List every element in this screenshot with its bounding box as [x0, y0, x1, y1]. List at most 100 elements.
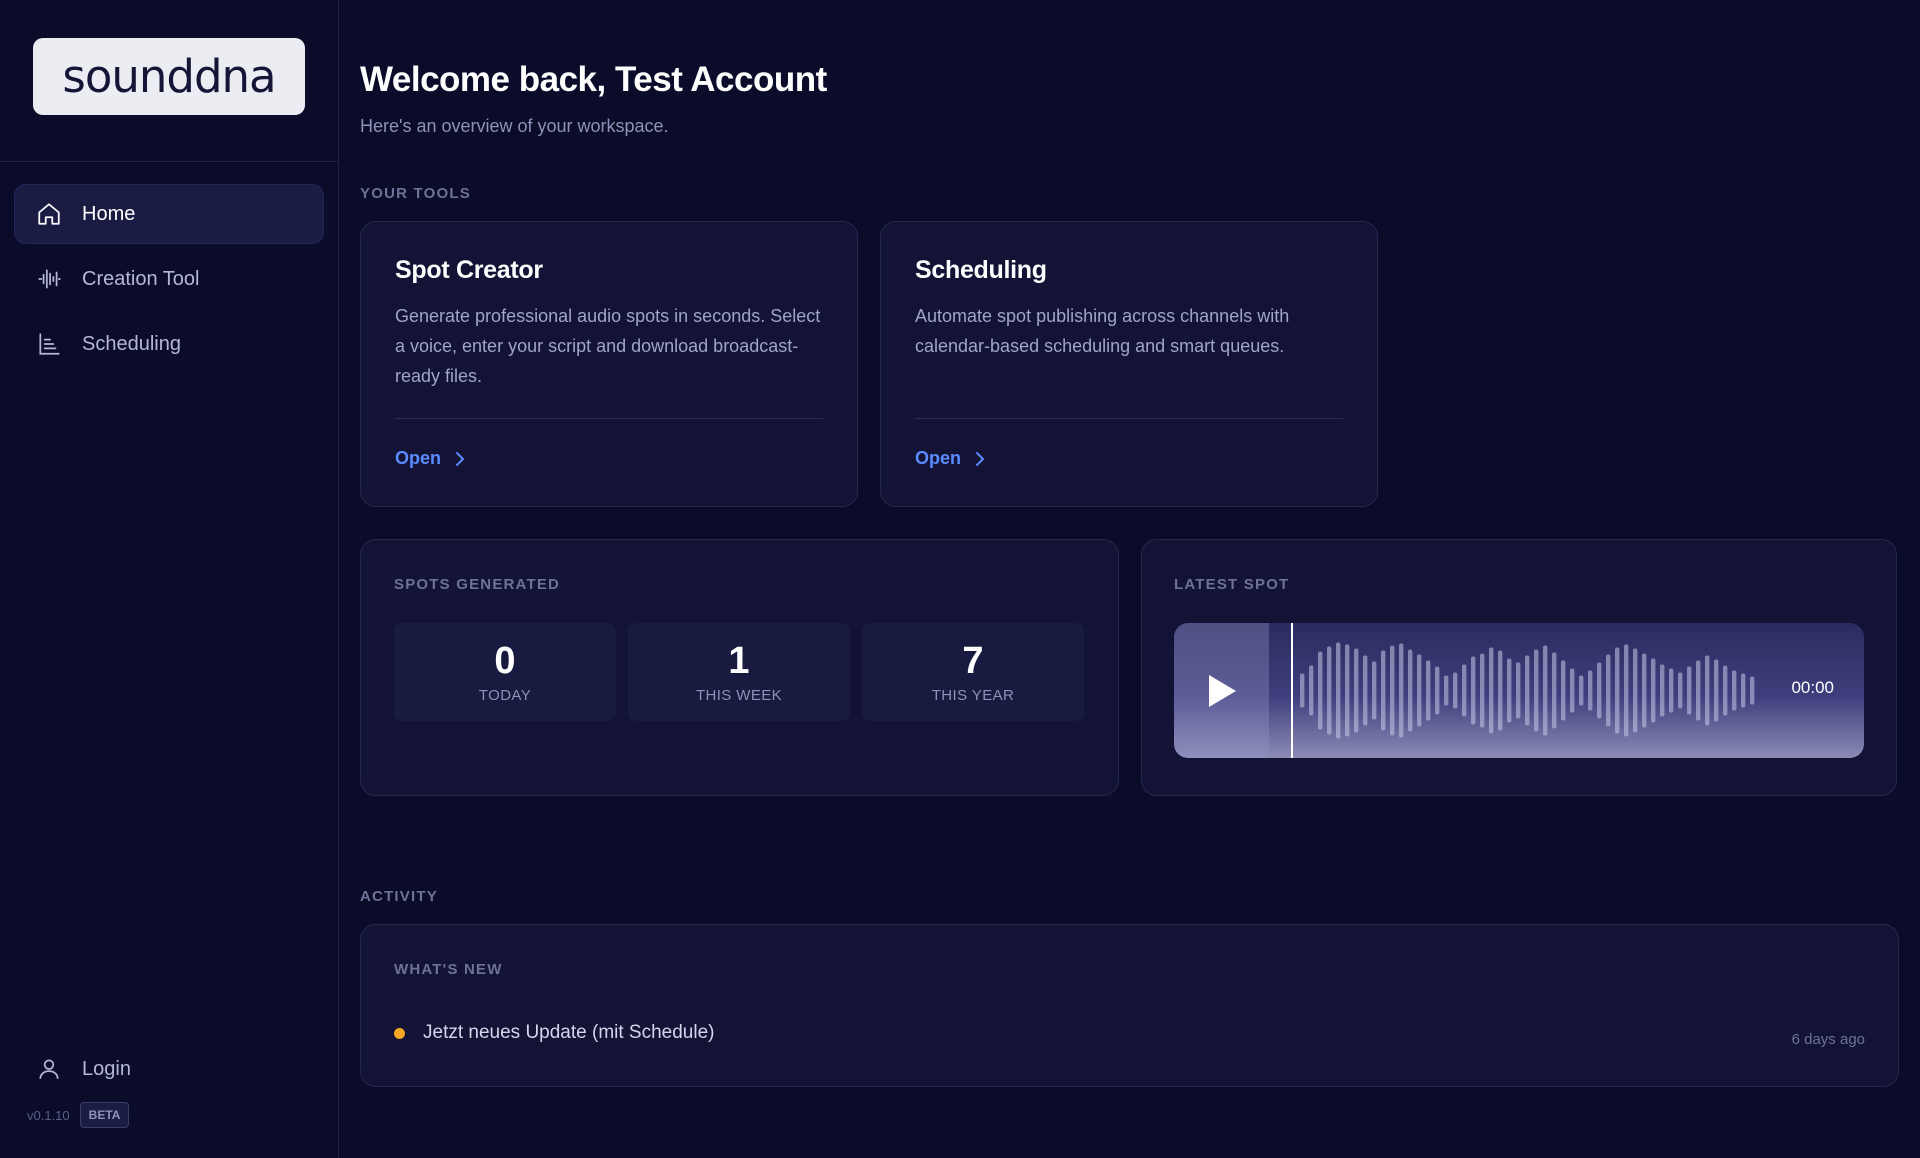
- waveform-bar: [1543, 645, 1548, 736]
- tool-title: Spot Creator: [395, 256, 543, 284]
- main-content: Welcome back, Test Account Here's an ove…: [339, 0, 1920, 1158]
- sidebar-item-label: Creation Tool: [82, 267, 200, 290]
- version-text: v0.1.10: [27, 1107, 70, 1123]
- stat-value: 1: [728, 639, 750, 682]
- waveform-bar: [1381, 650, 1386, 731]
- waveform-bar: [1561, 660, 1566, 721]
- play-icon: [1208, 674, 1236, 707]
- open-spot-creator-link[interactable]: Open: [395, 448, 467, 469]
- logo-container: sounddna: [0, 0, 338, 162]
- waveform-bar: [1471, 656, 1476, 725]
- waveform-bar: [1354, 648, 1359, 733]
- waveform-bar: [1489, 647, 1494, 734]
- sidebar-item-scheduling[interactable]: Scheduling: [14, 314, 324, 374]
- latest-spot-card: LATEST SPOT 00:00: [1141, 539, 1897, 796]
- waveform-bar: [1723, 665, 1728, 716]
- open-label: Open: [395, 448, 442, 468]
- status-dot: [394, 1027, 405, 1039]
- whats-new-title: WHAT'S NEW: [394, 961, 503, 978]
- logo[interactable]: sounddna: [33, 38, 305, 115]
- audio-player: 00:00: [1174, 623, 1864, 758]
- stat-label: TODAY: [478, 686, 532, 704]
- waveform-bar: [1525, 655, 1530, 726]
- version-row: v0.1.10 BETA: [14, 1102, 324, 1128]
- waveform-bar: [1705, 655, 1710, 726]
- waveform-bar: [1624, 644, 1629, 737]
- sidebar-item-home[interactable]: Home: [14, 184, 324, 244]
- sidebar-footer: Login v0.1.10 BETA: [0, 1044, 338, 1158]
- stat-value: 0: [494, 639, 516, 682]
- stat-label: THIS YEAR: [931, 686, 1015, 704]
- chart-icon: [36, 331, 62, 357]
- news-text: Jetzt neues Update (mit Schedule): [423, 1022, 715, 1043]
- waveform-bar: [1498, 650, 1503, 731]
- waveform-bar: [1588, 670, 1593, 711]
- stat-this-year: 7 THIS YEAR: [862, 623, 1084, 721]
- waveform-icon: [36, 266, 62, 292]
- user-name: Test Account: [614, 60, 827, 99]
- tools-section-label: YOUR TOOLS: [360, 185, 471, 202]
- waveform-bar: [1687, 666, 1692, 715]
- waveform-bar: [1399, 643, 1404, 738]
- waveform-bar: [1435, 666, 1440, 715]
- waveform-bar: [1750, 676, 1755, 705]
- waveform-bar: [1714, 659, 1719, 722]
- waveform-bar: [1606, 654, 1611, 727]
- stat-value: 7: [962, 639, 984, 682]
- waveform-bar: [1534, 649, 1539, 732]
- waveform-bar: [1696, 660, 1701, 721]
- chevron-right-icon: [976, 451, 985, 466]
- tool-description: Generate professional audio spots in sec…: [395, 306, 821, 386]
- waveform-bar: [1651, 658, 1656, 723]
- playhead[interactable]: [1291, 623, 1293, 758]
- spots-generated-card: SPOTS GENERATED 0 TODAY 1 THIS WEEK 7 TH…: [360, 539, 1119, 796]
- waveform-bar: [1327, 646, 1332, 735]
- waveform-bar: [1507, 658, 1512, 723]
- login-label: Login: [82, 1057, 131, 1080]
- waveform-bar: [1300, 673, 1305, 708]
- waveform-bar: [1336, 642, 1341, 739]
- waveform-bar: [1480, 653, 1485, 728]
- open-label: Open: [915, 448, 962, 468]
- tools-grid: Spot Creator Generate professional audio…: [360, 221, 1900, 507]
- list-item[interactable]: Jetzt neues Update (mit Schedule): [394, 1022, 1865, 1044]
- waveform-bar: [1741, 673, 1746, 708]
- waveform-bar: [1417, 654, 1422, 727]
- waveform-bar: [1309, 665, 1314, 716]
- sidebar-item-creation-tool[interactable]: Creation Tool: [14, 249, 324, 309]
- beta-badge: BETA: [79, 1102, 130, 1128]
- latest-spot-label: LATEST SPOT: [1174, 576, 1290, 593]
- waveform-bar: [1345, 644, 1350, 737]
- waveform[interactable]: [1296, 623, 1756, 758]
- waveform-bar: [1426, 660, 1431, 721]
- waveform-bar: [1318, 651, 1323, 730]
- login-button[interactable]: Login: [14, 1044, 324, 1094]
- overview-row: SPOTS GENERATED 0 TODAY 1 THIS WEEK 7 TH…: [360, 539, 1900, 796]
- divider: [395, 418, 823, 419]
- waveform-bar: [1372, 661, 1377, 720]
- waveform-bar: [1732, 670, 1737, 711]
- waveform-bar: [1408, 649, 1413, 732]
- waveform-bar: [1453, 672, 1458, 709]
- stat-boxes: 0 TODAY 1 THIS WEEK 7 THIS YEAR: [394, 623, 1085, 721]
- divider: [915, 418, 1343, 419]
- chevron-right-icon: [456, 451, 465, 466]
- play-button[interactable]: [1174, 623, 1269, 758]
- tool-title: Scheduling: [915, 256, 1047, 284]
- waveform-bar: [1597, 662, 1602, 719]
- open-scheduling-link[interactable]: Open: [915, 448, 987, 469]
- waveform-bar: [1669, 668, 1674, 713]
- home-icon: [36, 201, 62, 227]
- logo-text: sounddna: [62, 50, 276, 103]
- waveform-bar: [1390, 645, 1395, 736]
- welcome-prefix: Welcome back,: [360, 60, 615, 99]
- waveform-bar: [1444, 675, 1449, 706]
- stat-label: THIS WEEK: [695, 686, 783, 704]
- waveform-bar: [1363, 655, 1368, 726]
- page-subtitle: Here's an overview of your workspace.: [360, 116, 669, 136]
- stat-this-week: 1 THIS WEEK: [628, 623, 850, 721]
- waveform-bar: [1462, 664, 1467, 717]
- activity-section-label: ACTIVITY: [360, 888, 438, 905]
- waveform-bar: [1678, 672, 1683, 709]
- user-icon: [36, 1056, 62, 1082]
